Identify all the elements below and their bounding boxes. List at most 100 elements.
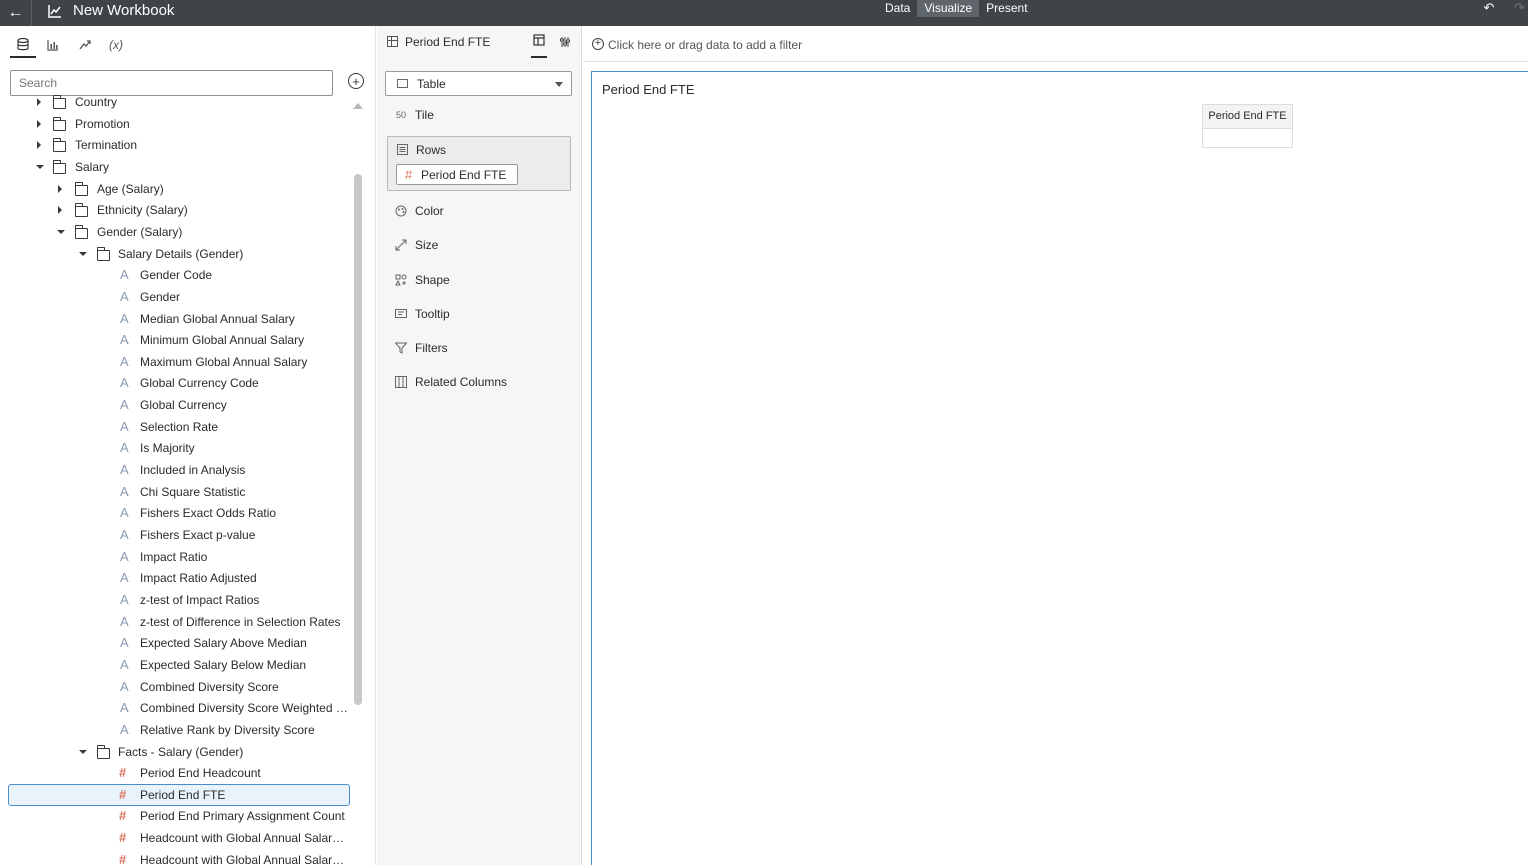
analytics-icon[interactable]	[72, 32, 98, 58]
tab-data[interactable]: Data	[878, 0, 917, 17]
rows-pill-label: Period End FTE	[421, 168, 507, 182]
tree-item-label: Country	[75, 95, 118, 109]
tree-folder-row[interactable]: Termination	[0, 134, 352, 156]
tree-item-row[interactable]: A Included in Analysis	[0, 459, 352, 481]
rows-pill[interactable]: # Period End FTE	[396, 164, 518, 185]
grammar-tab-icon[interactable]	[531, 34, 547, 58]
tree-item-row[interactable]: A Chi Square Statistic	[0, 481, 352, 503]
palette-icon	[395, 205, 407, 217]
caret-right-icon[interactable]	[37, 98, 41, 106]
tree-item-label: Global Currency Code	[140, 376, 259, 391]
tree-item-label: Age (Salary)	[97, 181, 164, 196]
tree-item-label: Headcount with Global Annual Salary b...	[140, 852, 348, 865]
caret-right-icon[interactable]	[37, 119, 41, 128]
back-arrow-icon[interactable]: ←	[0, 0, 32, 26]
redo-icon[interactable]: ↷	[1514, 0, 1528, 17]
caret-down-icon[interactable]	[79, 251, 87, 256]
tree-item-row[interactable]: A Median Global Annual Salary	[0, 308, 352, 330]
tree-item-row[interactable]: A Impact Ratio	[0, 546, 352, 568]
tree-item-row[interactable]: A Global Currency	[0, 394, 352, 416]
measure-icon: #	[405, 167, 413, 182]
tree-folder-row[interactable]: Salary	[0, 156, 352, 178]
attribute-icon: A	[120, 267, 129, 283]
table-cell[interactable]	[1203, 129, 1292, 147]
tree-item-row[interactable]: # Headcount with Global Annual Salary b..…	[0, 849, 352, 865]
grammar-label: Tile	[415, 108, 434, 122]
tree-item-row[interactable]: # Period End FTE	[0, 783, 352, 806]
tree-item-label: Maximum Global Annual Salary	[140, 354, 308, 369]
caret-right-icon[interactable]	[58, 184, 62, 193]
viz-type-dropdown[interactable]: Table	[385, 71, 572, 96]
folder-icon	[52, 159, 66, 174]
tree-item-label: Facts - Salary (Gender)	[118, 744, 244, 759]
calculations-icon[interactable]: (x)	[103, 32, 129, 58]
tree-item-row[interactable]: Az-test of Difference in Selection Rates	[0, 611, 352, 633]
tree-item-row[interactable]: # Headcount with Global Annual Salary a..…	[0, 827, 352, 849]
panel-tabs: (x)	[0, 26, 376, 62]
workbook-title[interactable]: New Workbook	[73, 1, 174, 21]
tree-item-label: Period End Primary Assignment Count	[140, 809, 345, 824]
tree-item-label: Salary Details (Gender)	[118, 246, 244, 261]
attribute-icon: A	[120, 375, 129, 391]
viz-type-label: Table	[417, 77, 446, 91]
tree-item-row[interactable]: A Maximum Global Annual Salary	[0, 351, 352, 373]
caret-down-icon[interactable]	[79, 749, 87, 754]
tree-folder-row[interactable]: Facts - Salary (Gender)	[0, 741, 352, 763]
tree-item-row[interactable]: A Expected Salary Below Median	[0, 654, 352, 676]
tree-item-row[interactable]: A Is Majority	[0, 437, 352, 459]
tree-item-row[interactable]: A Selection Rate	[0, 416, 352, 438]
tree-scrollbar[interactable]	[354, 174, 362, 705]
attribute-icon: A	[120, 462, 129, 478]
filter-bar[interactable]: + Click here or drag data to add a filte…	[583, 26, 1528, 62]
tab-present[interactable]: Present	[979, 0, 1034, 17]
caret-right-icon[interactable]	[37, 141, 41, 150]
measure-icon: #	[119, 808, 127, 824]
tree-item-row[interactable]: A Fishers Exact p-value	[0, 524, 352, 546]
caret-down-icon[interactable]	[57, 229, 65, 234]
tree-item-row[interactable]: A Global Currency Code	[0, 372, 352, 394]
tree-item-row[interactable]: A Expected Salary Above Median	[0, 632, 352, 654]
attribute-icon: A	[120, 548, 129, 564]
tree-item-row[interactable]: # Period End Primary Assignment Count	[0, 805, 352, 827]
tree-item-label: Promotion	[75, 116, 130, 131]
tree-item-row[interactable]: A Relative Rank by Diversity Score	[0, 719, 352, 741]
grammar-panel: Period End FTE Table 50 Tile Rows # Peri…	[377, 26, 582, 865]
tree-item-row[interactable]: A Combined Diversity Score Weighted by ..…	[0, 697, 352, 719]
tree-item-label: Termination	[75, 138, 138, 153]
filter-placeholder[interactable]: Click here or drag data to add a filter	[608, 38, 802, 52]
tree-item-row[interactable]: # Period End Headcount	[0, 762, 352, 784]
add-data-icon[interactable]: +	[348, 73, 364, 89]
tab-visualize[interactable]: Visualize	[917, 0, 980, 17]
tree-item-label: Median Global Annual Salary	[140, 311, 295, 326]
table-column-header[interactable]: Period End FTE	[1203, 105, 1292, 129]
tree-folder-row[interactable]: Age (Salary)	[0, 178, 352, 200]
tree-folder-row[interactable]: Salary Details (Gender)	[0, 243, 352, 265]
scroll-up-icon[interactable]	[353, 103, 363, 109]
tree-item-row[interactable]: A Gender Code	[0, 264, 352, 286]
tree-folder-row[interactable]: Ethnicity (Salary)	[0, 199, 352, 221]
table-icon	[387, 36, 398, 47]
tree-item-row[interactable]: A Impact Ratio Adjusted	[0, 567, 352, 589]
visualizations-icon[interactable]	[40, 32, 66, 58]
tree-item-row[interactable]: A Gender	[0, 286, 352, 308]
tree-item-row[interactable]: Az-test of Impact Ratios	[0, 589, 352, 611]
tree-item-label: Period End Headcount	[140, 766, 261, 781]
grammar-label: Filters	[415, 341, 448, 355]
tree-folder-row[interactable]: Gender (Salary)	[0, 221, 352, 243]
properties-icon[interactable]	[557, 34, 573, 50]
mode-tabs: Data Visualize Present	[878, 0, 1035, 17]
data-icon[interactable]	[10, 32, 36, 58]
tree-item-label: Gender	[140, 289, 181, 304]
tree-folder-row[interactable]: Promotion	[0, 113, 352, 135]
visualization-canvas[interactable]: Period End FTE Period End FTE	[591, 71, 1528, 865]
tree-item-row[interactable]: A Minimum Global Annual Salary	[0, 329, 352, 351]
tree-item-row[interactable]: A Fishers Exact Odds Ratio	[0, 502, 352, 524]
tree-item-row[interactable]: A Combined Diversity Score	[0, 676, 352, 698]
result-table[interactable]: Period End FTE	[1202, 104, 1293, 148]
add-filter-icon[interactable]: +	[592, 38, 604, 50]
undo-icon[interactable]: ↶	[1480, 0, 1498, 17]
rows-drop-zone[interactable]: Rows # Period End FTE	[387, 136, 571, 191]
caret-down-icon[interactable]	[36, 164, 44, 169]
caret-right-icon[interactable]	[58, 206, 62, 215]
tree-folder-row[interactable]: Country	[0, 91, 352, 113]
